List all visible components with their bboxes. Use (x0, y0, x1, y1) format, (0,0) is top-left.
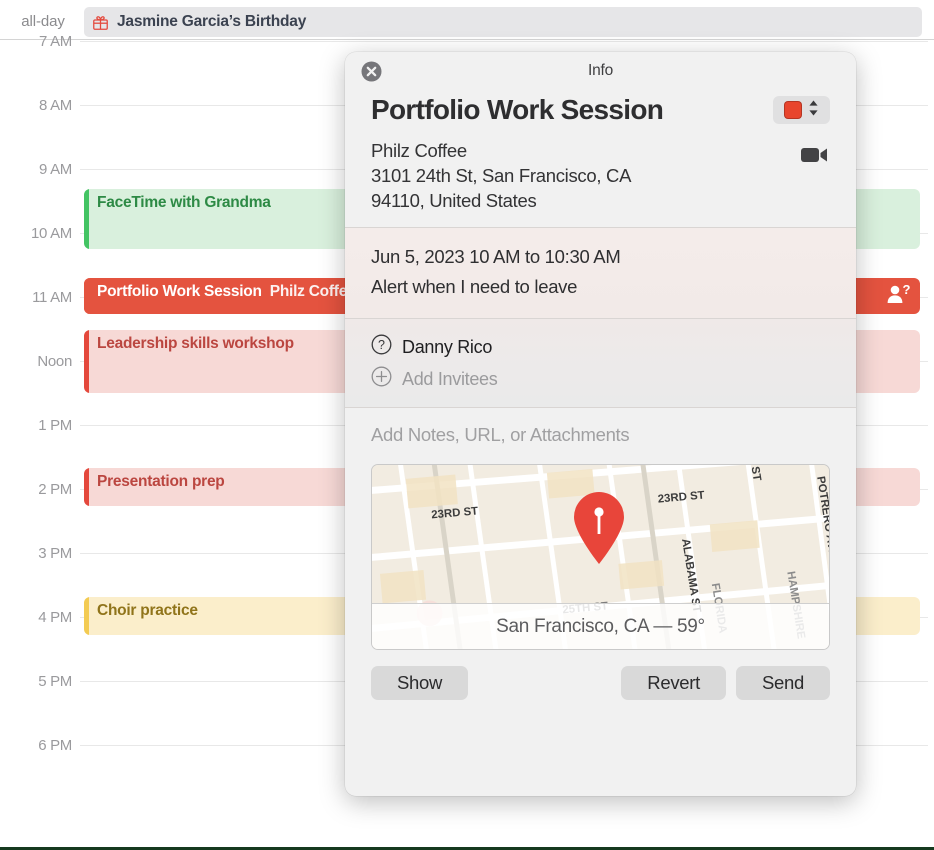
hour-label: 3 PM (38, 545, 72, 562)
event-title: Choir practice (97, 602, 198, 619)
location-name: Philz Coffee (371, 140, 467, 161)
invitees-section: ? Danny Rico Add Invitees (345, 319, 856, 407)
svg-text:ST: ST (749, 466, 763, 482)
all-day-row: all-day Jasmine Garcia’s Birthday (0, 4, 934, 40)
invitee-name: Danny Rico (402, 336, 493, 357)
add-invitees-row[interactable]: Add Invitees (371, 363, 830, 395)
invitee-row[interactable]: ? Danny Rico (371, 331, 830, 363)
hour-label: 8 AM (39, 97, 72, 114)
map-caption: San Francisco, CA — 59° (372, 603, 829, 649)
svg-text:?: ? (903, 284, 911, 297)
send-button[interactable]: Send (735, 666, 830, 700)
location-line-3: 94110, United States (371, 190, 537, 211)
video-camera-icon[interactable] (800, 144, 830, 171)
event-title: Leadership skills workshop (97, 335, 294, 352)
hour-label: 6 PM (38, 737, 72, 754)
chevron-up-down-icon (808, 99, 819, 122)
notes-placeholder: Add Notes, URL, or Attachments (371, 424, 630, 445)
all-day-label: all-day (21, 13, 65, 30)
hour-label: 10 AM (30, 225, 72, 242)
popover-titlebar: Info (345, 52, 856, 90)
question-circle-icon: ? (371, 334, 392, 360)
hour-label: 1 PM (38, 417, 72, 434)
popover-title: Info (587, 62, 614, 79)
invitee-status-icon: ? (887, 284, 911, 303)
calendar-color-picker[interactable] (773, 96, 830, 124)
when-section: Jun 5, 2023 10 AM to 10:30 AM Alert when… (345, 228, 856, 318)
all-day-event-jasmine-garcias-birthday[interactable]: Jasmine Garcia’s Birthday (84, 7, 922, 37)
event-title: Portfolio Work Session (97, 283, 262, 300)
hour-label: 2 PM (38, 481, 72, 498)
event-title: FaceTime with Grandma (97, 194, 271, 211)
popover-button-row: Show Revert Send (345, 650, 856, 700)
map-pin-icon (574, 492, 624, 564)
event-title: Presentation prep (97, 473, 225, 490)
popover-header-section: Portfolio Work Session Philz Coffee 3101… (345, 90, 856, 227)
event-title-field[interactable]: Portfolio Work Session (371, 94, 763, 126)
svg-text:?: ? (378, 338, 385, 352)
close-icon[interactable] (361, 61, 382, 82)
location-map[interactable]: 23RD ST 23RD ST 25TH ST ALABAMA ST FLORI… (371, 464, 830, 650)
event-datetime[interactable]: Jun 5, 2023 10 AM to 10:30 AM (371, 242, 830, 272)
hour-label: 7 AM (39, 33, 72, 50)
event-info-popover: Info Portfolio Work Session Philz Coffee… (345, 52, 856, 796)
hour-label: 4 PM (38, 609, 72, 626)
all-day-event-title: Jasmine Garcia’s Birthday (117, 13, 307, 30)
show-button[interactable]: Show (371, 666, 469, 700)
location-field[interactable]: Philz Coffee 3101 24th St, San Francisco… (371, 138, 800, 213)
event-title-row: Portfolio Work Session (371, 90, 830, 126)
location-row: Philz Coffee 3101 24th St, San Francisco… (371, 138, 830, 213)
calendar-color-swatch (784, 101, 802, 119)
hour-label: 5 PM (38, 673, 72, 690)
gift-icon (92, 14, 109, 31)
hour-gridline (80, 41, 928, 42)
plus-circle-icon (371, 366, 392, 392)
hour-label: Noon (37, 353, 72, 370)
event-alert[interactable]: Alert when I need to leave (371, 272, 830, 302)
location-line-2: 3101 24th St, San Francisco, CA (371, 165, 632, 186)
hour-label: 9 AM (39, 161, 72, 178)
map-caption-text: San Francisco, CA — 59° (496, 615, 705, 637)
calendar-day-view: all-day Jasmine Garcia’s Birthday 7 AM 8 … (0, 0, 934, 850)
notes-section[interactable]: Add Notes, URL, or Attachments (345, 408, 856, 456)
hour-label: 11 AM (32, 289, 72, 306)
revert-button[interactable]: Revert (621, 666, 726, 700)
add-invitees-label: Add Invitees (402, 368, 498, 389)
